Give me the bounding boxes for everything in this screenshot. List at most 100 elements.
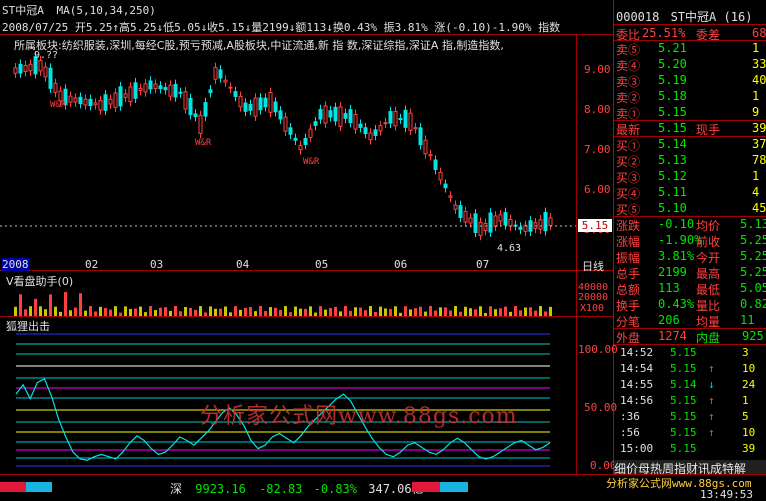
vol-tick: 20000 [578, 292, 609, 303]
buy-price: 5.13 [658, 153, 687, 167]
sell-label: 卖④ [616, 59, 641, 73]
volume-chart[interactable] [0, 285, 576, 316]
stat-value: 0.43% [658, 297, 695, 311]
stat-label: 涨幅 [616, 235, 641, 249]
status-color-blocks [0, 482, 52, 492]
price-marker: 5.15 [578, 219, 612, 232]
index-ticker: 深 9923.16 -82.83 -0.83% 347.06亿 [170, 480, 424, 497]
x-label: 02 [85, 258, 99, 271]
stat-value: -1.90% [658, 233, 702, 247]
index-change: -82.83 [259, 482, 303, 496]
buy-volume: 4 [752, 185, 760, 199]
ind-tick: 50.00 [584, 401, 618, 414]
period-label[interactable]: 日线 [582, 258, 604, 274]
tick-arrow: ↑ [708, 394, 715, 407]
stat-label: 前收 [696, 235, 721, 249]
sell-row[interactable]: 卖③ 5.19 40 [616, 73, 766, 89]
tick-volume: 10 [742, 362, 756, 375]
buy-row[interactable]: 买② 5.13 78 [616, 153, 766, 169]
weibi-value: 25.51% [642, 26, 686, 40]
sell-price: 5.15 [658, 105, 687, 119]
sell-row[interactable]: 卖② 5.18 1 [616, 89, 766, 105]
news-ticker[interactable]: 细价母热周指财讯成特解 [614, 460, 766, 474]
stat-value: 5.25 [740, 265, 766, 279]
stat-label: 换手 [616, 299, 641, 313]
tick-price: 5.15 [670, 362, 697, 375]
sell-row[interactable]: 卖⑤ 5.21 1 [616, 41, 766, 57]
vol-tick: X100 [580, 303, 605, 314]
neipan-value: 925 [742, 329, 764, 343]
tick-time: 14:52 [620, 346, 654, 359]
tick-row: 14:54 5.15 ↑ 10 [616, 362, 766, 376]
stock-count: (16) [723, 10, 753, 24]
tick-price: 5.14 [670, 378, 697, 391]
stat-value: 206 [658, 313, 680, 327]
tick-price: 5.15 [670, 346, 697, 359]
tick-volume: 1 [742, 394, 749, 407]
tick-arrow: ↑ [708, 410, 715, 423]
stat-label: 振幅 [616, 251, 641, 265]
x-label: 03 [150, 258, 164, 271]
weicha-value: 68 [752, 26, 766, 40]
sell-row[interactable]: 卖④ 5.20 33 [616, 57, 766, 73]
buy-price: 5.12 [658, 169, 687, 183]
y-tick: 7.00 [584, 143, 611, 156]
tick-volume: 5 [742, 410, 749, 423]
buy-volume: 45 [752, 201, 766, 215]
tick-time: :56 [620, 426, 640, 439]
index-value: 9923.16 [195, 482, 246, 496]
tick-price: 5.15 [670, 442, 697, 455]
clock: 13:49:53 [700, 488, 753, 501]
stat-label: 总手 [616, 267, 641, 281]
waipan-value: 1274 [658, 329, 687, 343]
stat-value: -0.10 [658, 217, 695, 231]
tick-arrow: ↓ [708, 378, 715, 391]
stat-label: 涨跌 [616, 219, 641, 233]
stat-row: 总额 113 最低 5.05 [616, 281, 766, 297]
sell-row[interactable]: 卖① 5.15 9 [616, 105, 766, 121]
sell-label: 卖⑤ [616, 43, 641, 57]
stat-value: 11 [740, 313, 755, 327]
x-label: 2008 [2, 258, 29, 271]
stat-row: 总手 2199 最高 5.25 [616, 265, 766, 281]
sell-volume: 9 [752, 105, 760, 119]
buy-row[interactable]: 买① 5.14 37 [616, 137, 766, 153]
price-chart[interactable] [0, 52, 576, 258]
low-label: 4.63 [497, 243, 522, 254]
tick-volume: 10 [742, 426, 756, 439]
sell-volume: 33 [752, 57, 766, 71]
ind-tick: 0.00 [590, 459, 617, 472]
tick-volume: 39 [742, 442, 756, 455]
latest-price: 5.15 [658, 121, 687, 135]
index-name: 深 [170, 482, 183, 496]
stat-row: 涨幅 -1.90% 前收 5.25 [616, 233, 766, 249]
tick-row: 14:55 5.14 ↓ 24 [616, 378, 766, 392]
ind-tick: 100.00 [578, 343, 618, 356]
stock-code: 000018 [616, 10, 660, 24]
x-label: 07 [476, 258, 490, 271]
buy-volume: 78 [752, 153, 766, 167]
stat-value: 3.81% [658, 249, 695, 263]
sell-price: 5.18 [658, 89, 687, 103]
tick-time: 15:00 [620, 442, 654, 455]
x-axis: 2008 02 03 04 05 06 07 日线 [0, 258, 613, 273]
buy-row[interactable]: 买④ 5.11 4 [616, 185, 766, 201]
x-label: 05 [315, 258, 329, 271]
wr-signal: W&R [50, 100, 67, 110]
buy-label: 买② [616, 155, 641, 169]
tick-time: 14:54 [620, 362, 654, 375]
stat-value: 5.25 [740, 249, 766, 263]
buy-row[interactable]: 买⑤ 5.10 45 [616, 201, 766, 217]
stat-label: 最低 [696, 283, 721, 297]
tick-row: 14:52 5.15 3 [616, 346, 766, 360]
stat-row: 换手 0.43% 量比 0.82 [616, 297, 766, 313]
tick-row: :36 5.15 ↑ 5 [616, 410, 766, 424]
sell-volume: 40 [752, 73, 766, 87]
watermark: 分析家公式网www.88gs.com [200, 404, 518, 429]
tick-time: 14:56 [620, 394, 654, 407]
quote-title: 000018 ST中冠A (16) [616, 8, 766, 24]
buy-row[interactable]: 买③ 5.12 1 [616, 169, 766, 185]
weibi-row: 委比 25.51% 委差 68 [616, 26, 766, 42]
sell-price: 5.20 [658, 57, 687, 71]
quote-line: 2008/07/25 开5.25↑高5.25↓低5.05↓收5.15↓量2199… [2, 21, 561, 33]
